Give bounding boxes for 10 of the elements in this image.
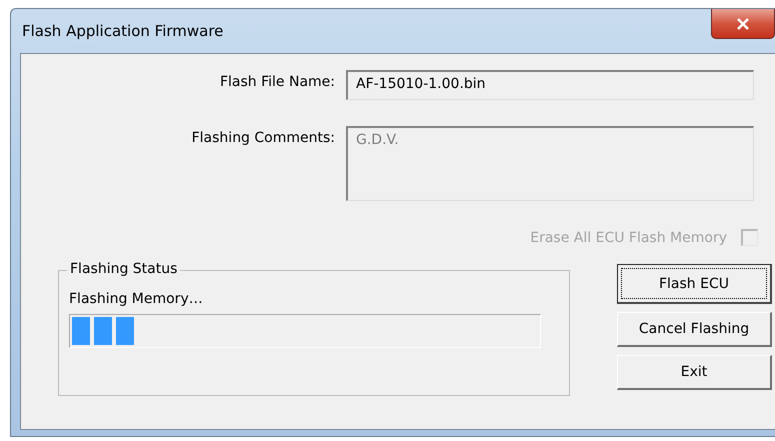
checkbox-label: Erase All ECU Flash Memory (530, 230, 727, 246)
status-message: Flashing Memory… (69, 291, 204, 307)
dialog-button[interactable]: Exit (617, 355, 772, 390)
input-field[interactable]: AF-15010-1.00.bin (346, 70, 754, 100)
dialog-button[interactable]: Flash ECU (617, 264, 772, 304)
window-title: Flash Application Firmware (22, 22, 224, 40)
dialog-button[interactable]: Cancel Flashing (617, 312, 772, 347)
field-label: Flash File Name: (218, 73, 335, 90)
group-title: Flashing Status (67, 261, 180, 277)
field-label: Flashing Comments: (190, 129, 335, 146)
